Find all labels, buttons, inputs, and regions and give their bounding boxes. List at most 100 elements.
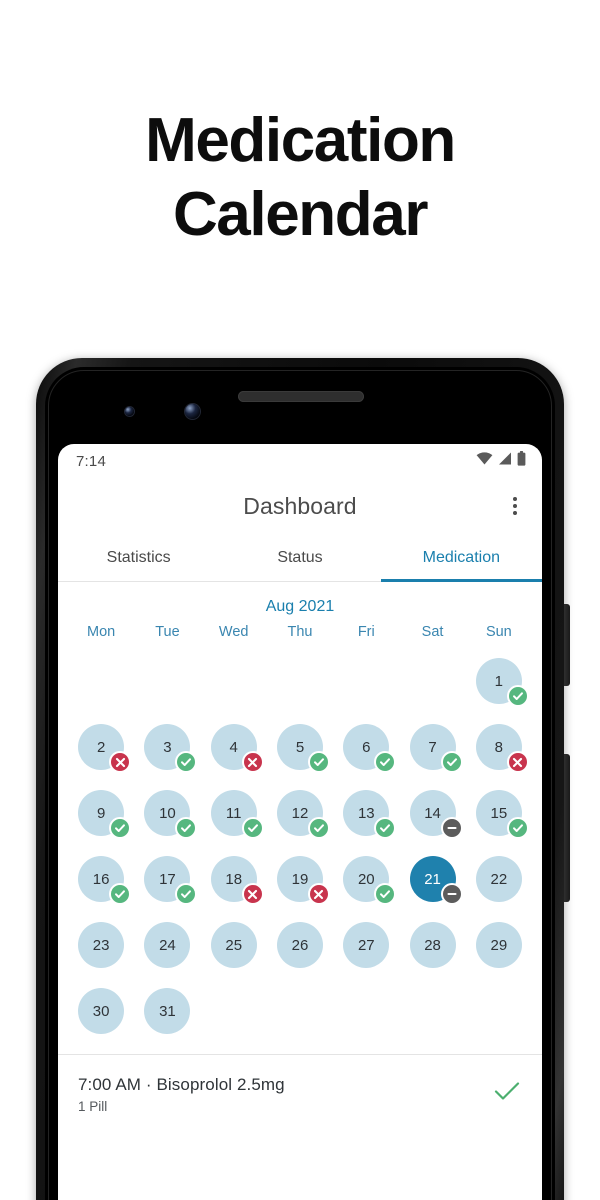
calendar-month-label[interactable]: Aug 2021 [58, 582, 542, 624]
calendar-day-blank [277, 988, 323, 1034]
calendar-day-cell[interactable]: 7 [399, 714, 465, 780]
calendar-day[interactable]: 18 [210, 856, 264, 905]
tab-medication[interactable]: Medication [380, 534, 542, 582]
tab-status[interactable]: Status [219, 534, 380, 581]
calendar-day-cell[interactable]: 31 [134, 978, 200, 1044]
medication-schedule-item[interactable]: 7:00 AM · Bisoprolol 2.5mg 1 Pill [58, 1055, 542, 1114]
calendar-day-number: 11 [225, 804, 242, 822]
calendar-day-cell[interactable]: 1 [466, 648, 532, 714]
calendar-day[interactable]: 22 [475, 856, 522, 902]
taken-check-badge-icon [109, 817, 132, 839]
calendar-day-number: 3 [163, 738, 172, 756]
calendar-day-cell[interactable]: 17 [134, 846, 200, 912]
calendar-day-cell[interactable]: 6 [333, 714, 399, 780]
calendar-day-number: 23 [92, 936, 110, 954]
calendar-day[interactable]: 12 [276, 790, 330, 839]
calendar-day[interactable]: 17 [144, 856, 198, 905]
missed-cross-badge-icon [307, 883, 330, 905]
calendar-day[interactable]: 25 [210, 922, 257, 968]
taken-check-badge-icon [440, 751, 463, 773]
calendar-day[interactable]: 15 [475, 790, 529, 839]
calendar-day[interactable]: 20 [343, 856, 397, 905]
calendar-day-cell[interactable]: 9 [68, 780, 134, 846]
taken-check-badge-icon [374, 817, 397, 839]
calendar-day-cell[interactable]: 2 [68, 714, 134, 780]
calendar-day-cell[interactable]: 13 [333, 780, 399, 846]
weekday-label-thu: Thu [287, 624, 313, 640]
calendar-day-cell[interactable]: 21 [399, 846, 465, 912]
tab-statistics[interactable]: Statistics [58, 534, 219, 581]
calendar-day[interactable]: 19 [276, 856, 330, 905]
power-button[interactable] [564, 604, 570, 686]
calendar-day[interactable]: 28 [409, 922, 456, 968]
taken-check-badge-icon [307, 817, 330, 839]
weekday-label-sun: Sun [485, 624, 512, 640]
calendar-day-number: 30 [92, 1002, 110, 1020]
overflow-menu-icon[interactable] [504, 495, 526, 517]
calendar-day-cell[interactable]: 15 [466, 780, 532, 846]
calendar-day-cell[interactable]: 22 [466, 846, 532, 912]
calendar-day-blank [476, 988, 522, 1034]
calendar-day[interactable]: 3 [144, 724, 198, 773]
calendar-day[interactable]: 14 [409, 790, 463, 839]
calendar-day-selected[interactable]: 21 [409, 856, 463, 905]
taken-check-badge-icon [374, 883, 397, 905]
calendar-day-cell[interactable]: 26 [267, 912, 333, 978]
calendar-day-number: 25 [225, 936, 243, 954]
calendar-empty-cell [201, 648, 267, 714]
calendar-day-cell[interactable]: 23 [68, 912, 134, 978]
taken-check-badge-icon [175, 751, 198, 773]
volume-rocker-button[interactable] [564, 754, 570, 902]
calendar-day-cell[interactable]: 30 [68, 978, 134, 1044]
calendar-day-cell[interactable]: 28 [399, 912, 465, 978]
calendar-day[interactable]: 27 [343, 922, 390, 968]
calendar-day[interactable]: 9 [78, 790, 132, 839]
calendar-day-cell[interactable]: 12 [267, 780, 333, 846]
calendar-day[interactable]: 8 [475, 724, 529, 773]
check-icon[interactable] [494, 1081, 520, 1106]
calendar-day[interactable]: 11 [210, 790, 264, 839]
taken-check-badge-icon [506, 817, 529, 839]
calendar-day[interactable]: 24 [144, 922, 191, 968]
calendar-day-cell[interactable]: 29 [466, 912, 532, 978]
calendar-day[interactable]: 7 [409, 724, 463, 773]
calendar-day-cell[interactable]: 5 [267, 714, 333, 780]
calendar-day-cell[interactable]: 19 [267, 846, 333, 912]
calendar-day-cell[interactable]: 4 [201, 714, 267, 780]
calendar-day[interactable]: 26 [276, 922, 323, 968]
medication-item-text: 7:00 AM · Bisoprolol 2.5mg 1 Pill [78, 1075, 285, 1114]
calendar-day-blank [211, 658, 257, 704]
calendar-day-cell[interactable]: 27 [333, 912, 399, 978]
calendar-day-cell[interactable]: 25 [201, 912, 267, 978]
calendar-day[interactable]: 13 [343, 790, 397, 839]
calendar-day-cell[interactable]: 10 [134, 780, 200, 846]
calendar-day[interactable]: 31 [144, 988, 191, 1034]
battery-icon [517, 451, 526, 471]
calendar-day-number: 20 [357, 870, 375, 888]
calendar-day-cell[interactable]: 24 [134, 912, 200, 978]
calendar-day-blank [211, 988, 257, 1034]
calendar-day[interactable]: 5 [276, 724, 330, 773]
calendar-day[interactable]: 1 [475, 658, 529, 707]
calendar-day-cell[interactable]: 14 [399, 780, 465, 846]
calendar-day-cell[interactable]: 20 [333, 846, 399, 912]
calendar-day[interactable]: 16 [78, 856, 132, 905]
missed-cross-badge-icon [241, 751, 264, 773]
calendar-day[interactable]: 4 [210, 724, 264, 773]
calendar-day-cell[interactable]: 18 [201, 846, 267, 912]
calendar-day[interactable]: 2 [78, 724, 132, 773]
calendar-empty-cell [333, 648, 399, 714]
calendar-day[interactable]: 6 [343, 724, 397, 773]
calendar-day[interactable]: 30 [78, 988, 125, 1034]
calendar-day-cell[interactable]: 3 [134, 714, 200, 780]
calendar-day[interactable]: 29 [475, 922, 522, 968]
calendar-day[interactable]: 23 [78, 922, 125, 968]
calendar-day-cell[interactable]: 8 [466, 714, 532, 780]
calendar-day-cell[interactable]: 16 [68, 846, 134, 912]
page-title-line-2: Calendar [172, 180, 429, 249]
calendar-empty-cell [134, 648, 200, 714]
calendar-week-row: 23 24 25 26 27 28 29 [68, 912, 532, 978]
tab-label: Statistics [106, 548, 171, 566]
calendar-day[interactable]: 10 [144, 790, 198, 839]
calendar-day-cell[interactable]: 11 [201, 780, 267, 846]
